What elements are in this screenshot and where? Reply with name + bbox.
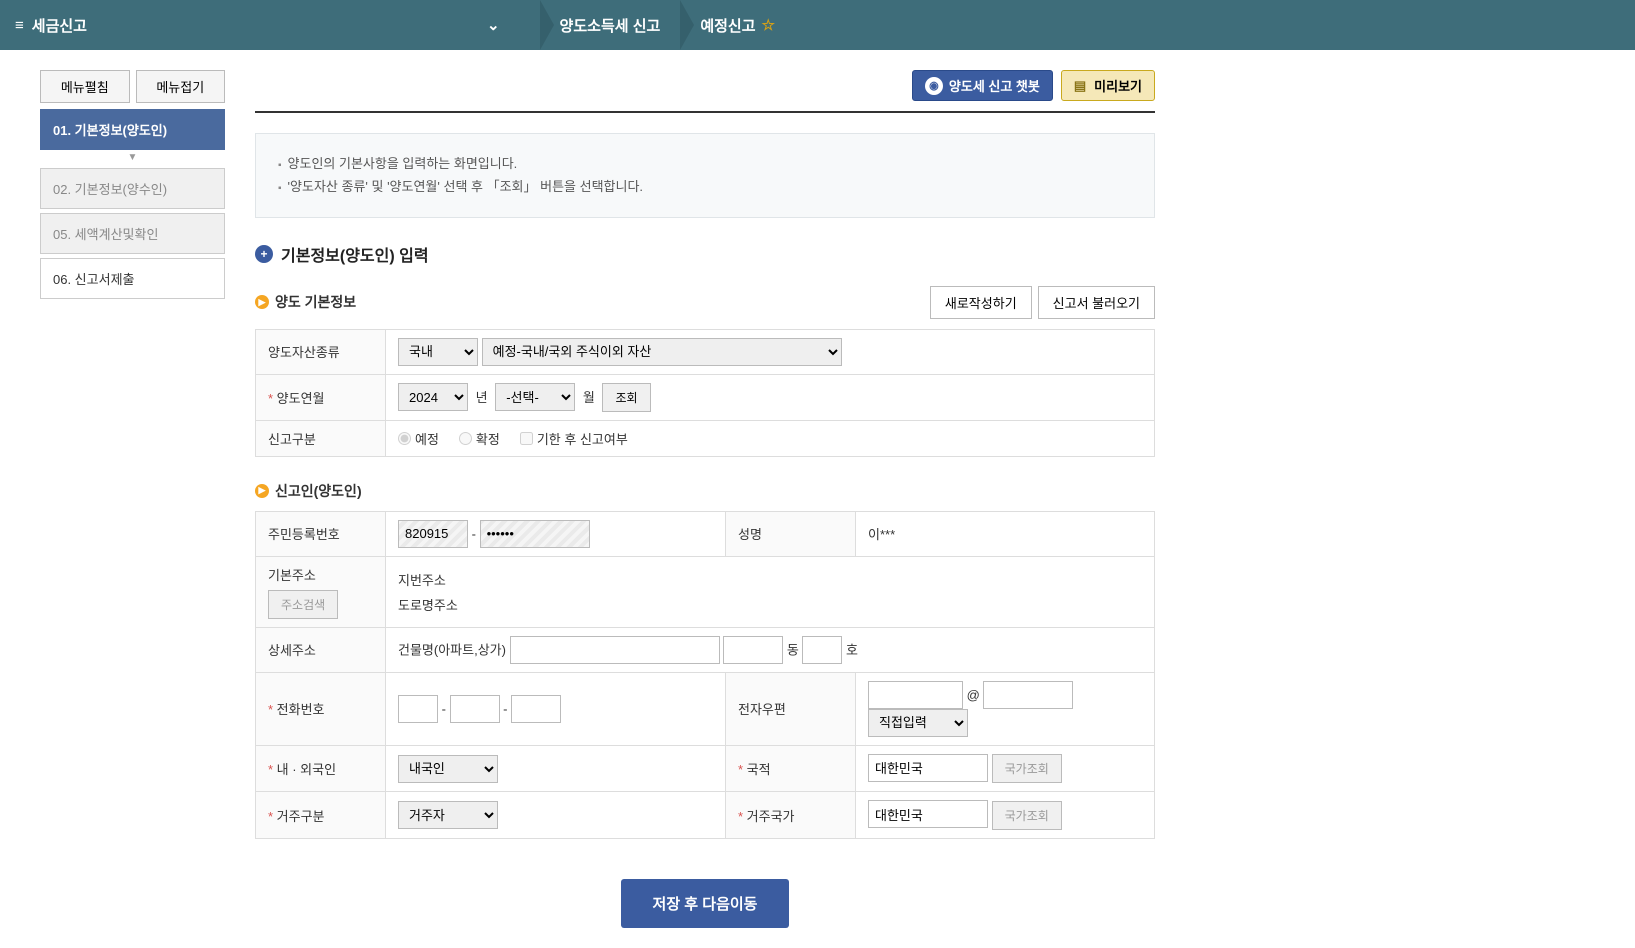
info-box: 양도인의 기본사항을 입력하는 화면입니다. '양도자산 종류' 및 '양도연월… bbox=[255, 133, 1155, 218]
info-line: 양도인의 기본사항을 입력하는 화면입니다. bbox=[278, 152, 1132, 175]
report-radio-1 bbox=[398, 432, 411, 445]
email-local-input[interactable] bbox=[868, 681, 963, 709]
year-label: 양도연월 bbox=[256, 374, 386, 420]
foreigner-label: 내 · 외국인 bbox=[256, 745, 386, 792]
sidebar-item-01[interactable]: 01. 기본정보(양도인) bbox=[40, 109, 225, 150]
email-label: 전자우편 bbox=[726, 672, 856, 745]
load-button[interactable]: 신고서 불러오기 bbox=[1038, 286, 1155, 319]
basic-info-table: 양도자산종류 국내 예정-국내/국외 주식이외 자산 양도연월 2024 년 -… bbox=[255, 329, 1155, 457]
building-input[interactable] bbox=[510, 636, 720, 664]
month-select[interactable]: -선택- bbox=[495, 383, 575, 411]
info-line: '양도자산 종류' 및 '양도연월' 선택 후 「조회」 버튼을 선택합니다. bbox=[278, 175, 1132, 198]
rrn1-input bbox=[398, 520, 468, 548]
dong-input[interactable] bbox=[723, 636, 783, 664]
app-menu[interactable]: ≡ 세금신고 bbox=[15, 15, 87, 36]
nationality-input[interactable] bbox=[868, 754, 988, 782]
preview-button[interactable]: ▤ 미리보기 bbox=[1061, 70, 1155, 101]
addr-search-button: 주소검색 bbox=[268, 590, 338, 619]
report-chk-late: 기한 후 신고여부 bbox=[520, 429, 628, 448]
rrn2-input bbox=[480, 520, 590, 548]
sub-title-reporter: ▶ 신고인(양도인) bbox=[255, 481, 362, 501]
residence-label: 거주구분 bbox=[256, 792, 386, 839]
new-button[interactable]: 새로작성하기 bbox=[930, 286, 1032, 319]
residence-select[interactable]: 거주자 bbox=[398, 801, 498, 829]
main-content: ◉ 양도세 신고 챗봇 ▤ 미리보기 양도인의 기본사항을 입력하는 화면입니다… bbox=[255, 70, 1155, 928]
detail-label: 상세주소 bbox=[256, 627, 386, 672]
report-opt-confirmed: 확정 bbox=[459, 429, 500, 448]
chatbot-button[interactable]: ◉ 양도세 신고 챗봇 bbox=[912, 70, 1053, 101]
sidebar-item-06[interactable]: 06. 신고서제출 bbox=[40, 258, 225, 299]
document-icon: ▤ bbox=[1074, 78, 1086, 94]
app-title: 세금신고 bbox=[32, 15, 87, 36]
addr-label: 기본주소 주소검색 bbox=[256, 556, 386, 627]
menu-collapse-button[interactable]: 메뉴접기 bbox=[136, 70, 226, 103]
asset-location-select[interactable]: 국내 bbox=[398, 338, 478, 366]
lookup-button[interactable]: 조회 bbox=[602, 383, 650, 412]
report-radio-2 bbox=[459, 432, 472, 445]
breadcrumb-dropdown[interactable]: ⌄ bbox=[467, 0, 540, 50]
addr-jibun-label: 지번주소 bbox=[398, 570, 446, 589]
year-select[interactable]: 2024 bbox=[398, 383, 468, 411]
breadcrumb-item-2[interactable]: 예정신고 ☆ bbox=[680, 0, 795, 50]
menu-expand-button[interactable]: 메뉴펼침 bbox=[40, 70, 130, 103]
breadcrumb: ⌄ 양도소득세 신고 예정신고 ☆ bbox=[467, 0, 795, 50]
sidebar: 메뉴펼침 메뉴접기 01. 기본정보(양도인) ▼ 02. 기본정보(양수인) … bbox=[40, 70, 225, 928]
section-title: + 기본정보(양도인) 입력 bbox=[255, 242, 1155, 266]
chevron-down-icon: ⌄ bbox=[487, 16, 500, 34]
phone3-input[interactable] bbox=[511, 695, 561, 723]
chevron-right-icon: ▶ bbox=[255, 484, 269, 498]
email-domain-select[interactable]: 직접입력 bbox=[868, 709, 968, 737]
foreigner-select[interactable]: 내국인 bbox=[398, 755, 498, 783]
phone-label: 전화번호 bbox=[256, 672, 386, 745]
star-icon[interactable]: ☆ bbox=[762, 16, 775, 34]
arrow-down-icon: ▼ bbox=[40, 154, 225, 164]
save-next-button[interactable]: 저장 후 다음이동 bbox=[621, 879, 790, 928]
addr-road-label: 도로명주소 bbox=[398, 595, 458, 614]
rrn-label: 주민등록번호 bbox=[256, 511, 386, 556]
country-lookup-button-2: 국가조회 bbox=[992, 801, 1062, 830]
header: ≡ 세금신고 ⌄ 양도소득세 신고 예정신고 ☆ bbox=[0, 0, 1635, 50]
report-checkbox bbox=[520, 432, 533, 445]
asset-type-label: 양도자산종류 bbox=[256, 329, 386, 374]
nationality-label: 국적 bbox=[726, 745, 856, 792]
asset-desc-select[interactable]: 예정-국내/국외 주식이외 자산 bbox=[482, 338, 842, 366]
name-label: 성명 bbox=[726, 511, 856, 556]
plus-icon: + bbox=[255, 245, 273, 263]
sub-title-basic: ▶ 양도 기본정보 bbox=[255, 292, 356, 312]
residence-country-input[interactable] bbox=[868, 800, 988, 828]
phone1-input[interactable] bbox=[398, 695, 438, 723]
email-domain-input[interactable] bbox=[983, 681, 1073, 709]
name-value: 이*** bbox=[856, 511, 1155, 556]
sidebar-item-02[interactable]: 02. 기본정보(양수인) bbox=[40, 168, 225, 209]
report-type-label: 신고구분 bbox=[256, 420, 386, 456]
residence-country-label: 거주국가 bbox=[726, 792, 856, 839]
country-lookup-button-1: 국가조회 bbox=[992, 754, 1062, 783]
breadcrumb-item-1[interactable]: 양도소득세 신고 bbox=[540, 0, 681, 50]
sidebar-item-05[interactable]: 05. 세액계산및확인 bbox=[40, 213, 225, 254]
ho-input[interactable] bbox=[802, 636, 842, 664]
reporter-table: 주민등록번호 - 성명 이*** 기본주소 주소검색 지번주 bbox=[255, 511, 1155, 839]
report-opt-scheduled: 예정 bbox=[398, 429, 439, 448]
phone2-input[interactable] bbox=[450, 695, 500, 723]
chevron-right-icon: ▶ bbox=[255, 295, 269, 309]
building-label: 건물명(아파트,상가) bbox=[398, 642, 506, 657]
chatbot-icon: ◉ bbox=[925, 77, 943, 95]
hamburger-icon: ≡ bbox=[15, 17, 24, 34]
